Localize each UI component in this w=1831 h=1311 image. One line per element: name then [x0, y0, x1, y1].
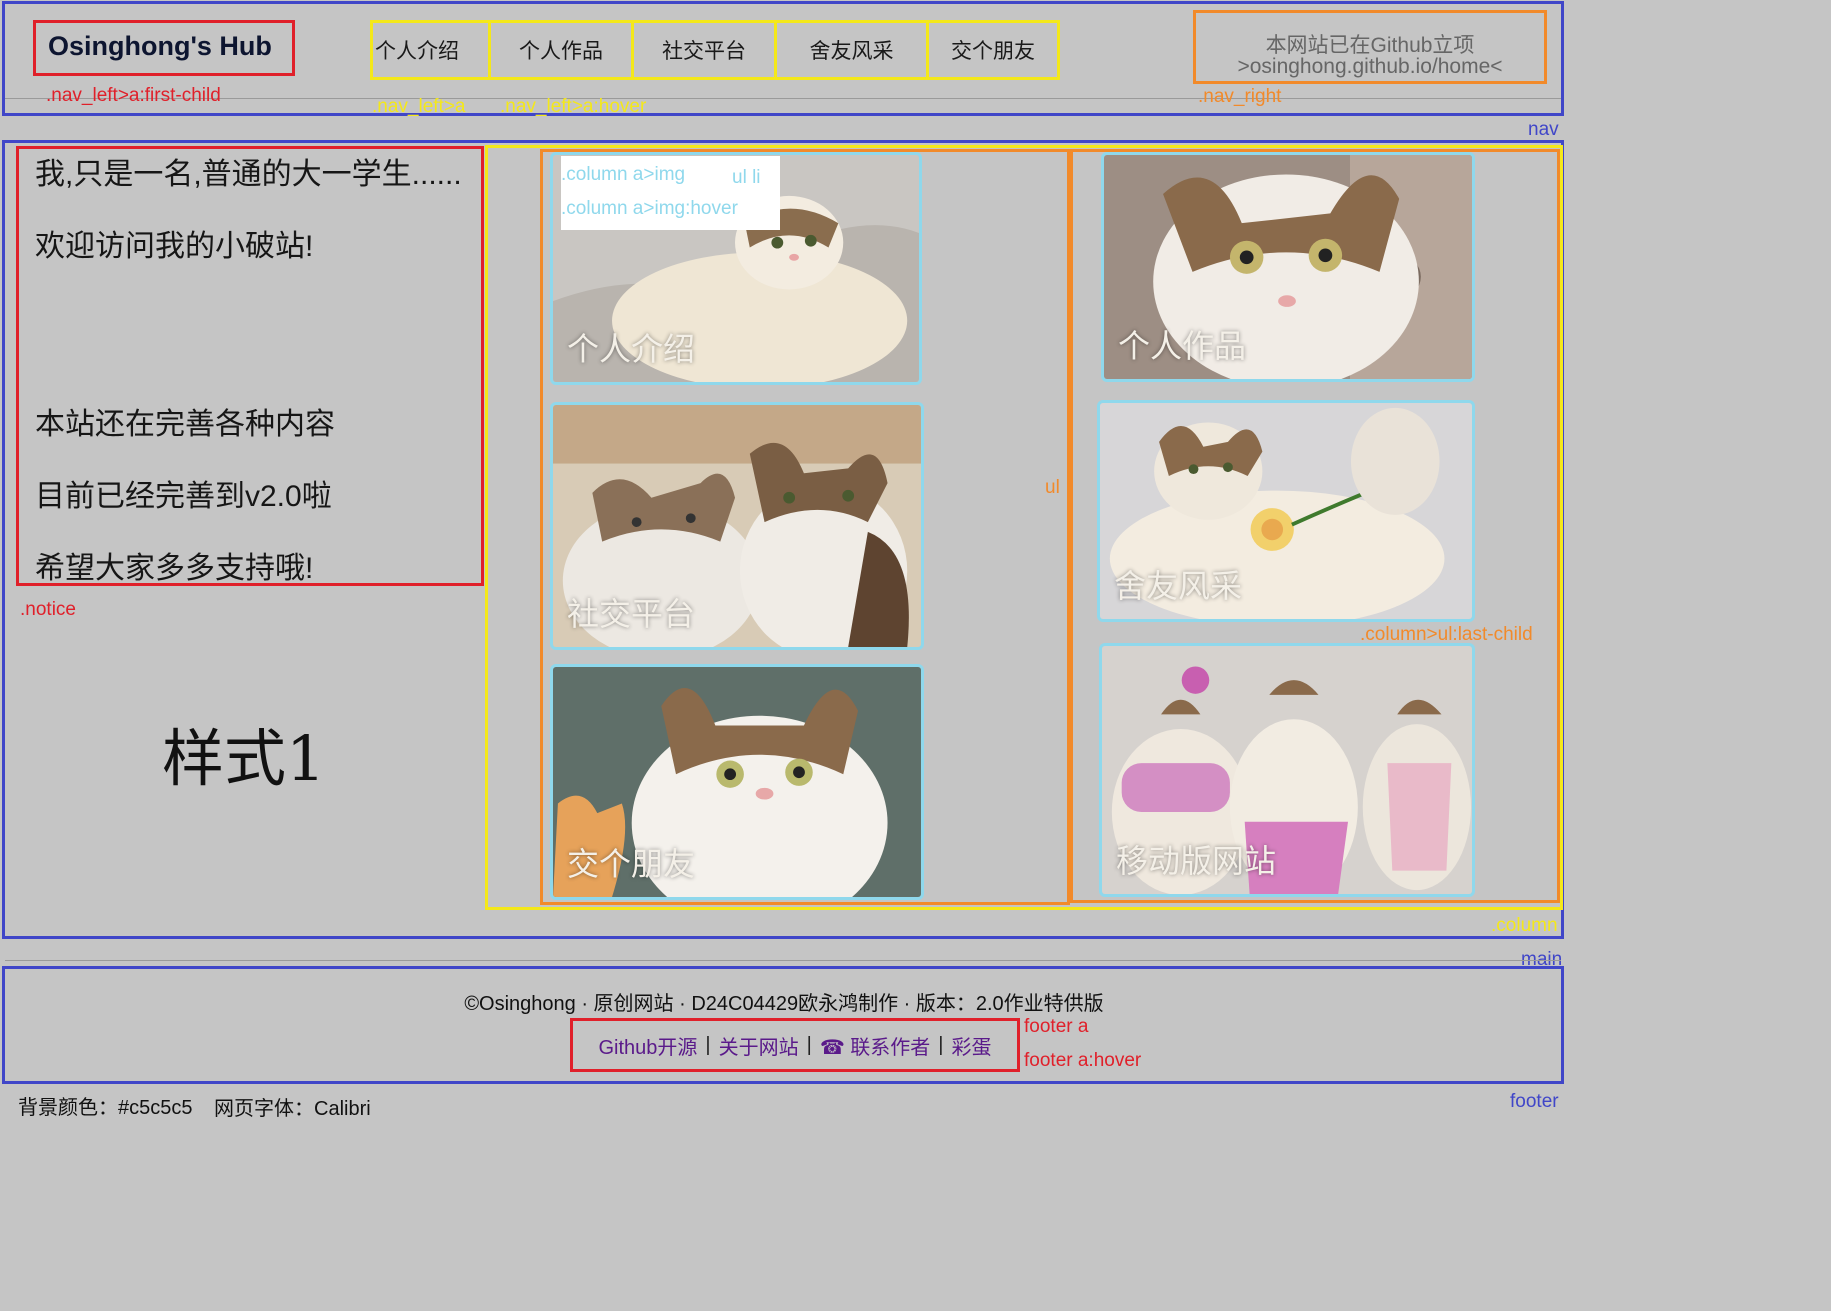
- font-note: 网页字体：Calibri: [214, 1098, 371, 1120]
- photo-caption-2: 个人作品: [1118, 328, 1247, 364]
- footer-link-easter-egg[interactable]: 彩蛋: [952, 1031, 992, 1060]
- footer-link-github[interactable]: Github开源: [598, 1031, 697, 1060]
- notice-line-1: 我,只是一名,普通的大一学生......: [35, 158, 462, 191]
- photo-card-4[interactable]: 舍友风采: [1097, 400, 1475, 622]
- logo[interactable]: Osinghong's Hub: [48, 31, 272, 62]
- label-footer: footer: [1510, 1091, 1559, 1112]
- label-column-img: .column a>img: [561, 164, 686, 185]
- style-label: 样式1: [162, 722, 326, 795]
- notice-line-5: 希望大家多多支持哦!: [35, 552, 314, 585]
- footer-separator: |: [705, 1033, 711, 1056]
- footer-link-about[interactable]: 关于网站: [719, 1031, 799, 1060]
- label-column-last-child: .column>ul:last-child: [1360, 624, 1533, 645]
- footer-separator: |: [938, 1033, 944, 1056]
- nav-link-2-box[interactable]: 个人作品: [488, 20, 634, 80]
- nav-divider: [5, 98, 1561, 99]
- label-ul-li: ul li: [732, 167, 761, 188]
- photo-card-6[interactable]: 移动版网站: [1099, 643, 1475, 897]
- notice-line-3: 本站还在完善各种内容: [35, 408, 335, 441]
- label-nav-left-a: .nav_left>a: [372, 96, 466, 117]
- nav-link-3[interactable]: 社交平台: [634, 23, 774, 77]
- nav-link-1-box[interactable]: 个人介绍: [370, 20, 491, 80]
- nav-link-2[interactable]: 个人作品: [491, 23, 631, 77]
- nav-link-5[interactable]: 交个朋友: [929, 23, 1057, 77]
- label-nav-right: .nav_right: [1198, 86, 1282, 107]
- footer-copyright: ©Osinghong · 原创网站 · D24C04429欧永鸿制作 · 版本：…: [464, 993, 1104, 1015]
- photo-card-2[interactable]: 个人作品: [1101, 152, 1475, 382]
- label-notice: .notice: [20, 599, 76, 620]
- photo-caption-1: 个人介绍: [567, 331, 696, 367]
- footer-links: Github开源 | 关于网站 | ☎ 联系作者 | 彩蛋: [573, 1021, 1017, 1069]
- footer-links-box: Github开源 | 关于网站 | ☎ 联系作者 | 彩蛋: [570, 1018, 1020, 1072]
- photo-caption-5: 交个朋友: [567, 846, 696, 882]
- label-nav-left-first-child: .nav_left>a:first-child: [46, 85, 221, 106]
- background-color-note: 背景颜色：#c5c5c5: [18, 1097, 193, 1119]
- notice-line-2: 欢迎访问我的小破站!: [35, 230, 314, 263]
- label-footer-a: footer a: [1024, 1016, 1089, 1037]
- nav-link-1[interactable]: 个人介绍: [373, 23, 490, 77]
- photo-card-3[interactable]: 社交平台: [550, 402, 924, 650]
- nav-link-5-box[interactable]: 交个朋友: [926, 20, 1060, 80]
- label-footer-a-hover: footer a:hover: [1024, 1050, 1142, 1071]
- label-nav-left-a-hover: .nav_left>a:hover: [500, 96, 647, 117]
- nav-right-box[interactable]: 本网站已在Github立项 >osinghong.github.io/home<: [1193, 10, 1547, 84]
- nav-link-4-box[interactable]: 舍友风采: [774, 20, 929, 80]
- photo-caption-4: 舍友风采: [1114, 568, 1243, 604]
- photo-card-5[interactable]: 交个朋友: [550, 664, 924, 900]
- label-ul: ul: [1045, 477, 1060, 498]
- label-column: .column: [1491, 915, 1558, 936]
- notice-line-4: 目前已经完善到v2.0啦: [35, 480, 332, 513]
- photo-caption-3: 社交平台: [567, 596, 696, 632]
- notice-box: 我,只是一名,普通的大一学生...... 欢迎访问我的小破站! 本站还在完善各种…: [16, 146, 484, 586]
- nav-right-line2[interactable]: >osinghong.github.io/home<: [1196, 55, 1544, 79]
- photo-caption-6: 移动版网站: [1116, 843, 1277, 879]
- label-nav: nav: [1528, 119, 1559, 140]
- nav-link-4[interactable]: 舍友风采: [777, 23, 926, 77]
- nav-link-3-box[interactable]: 社交平台: [631, 20, 777, 80]
- footer-top-divider: [5, 960, 1561, 961]
- label-column-img-hover: .column a>img:hover: [561, 198, 738, 219]
- logo-box[interactable]: Osinghong's Hub: [33, 20, 295, 76]
- footer-link-contact[interactable]: ☎ 联系作者: [820, 1031, 930, 1060]
- footer-separator: |: [806, 1033, 812, 1056]
